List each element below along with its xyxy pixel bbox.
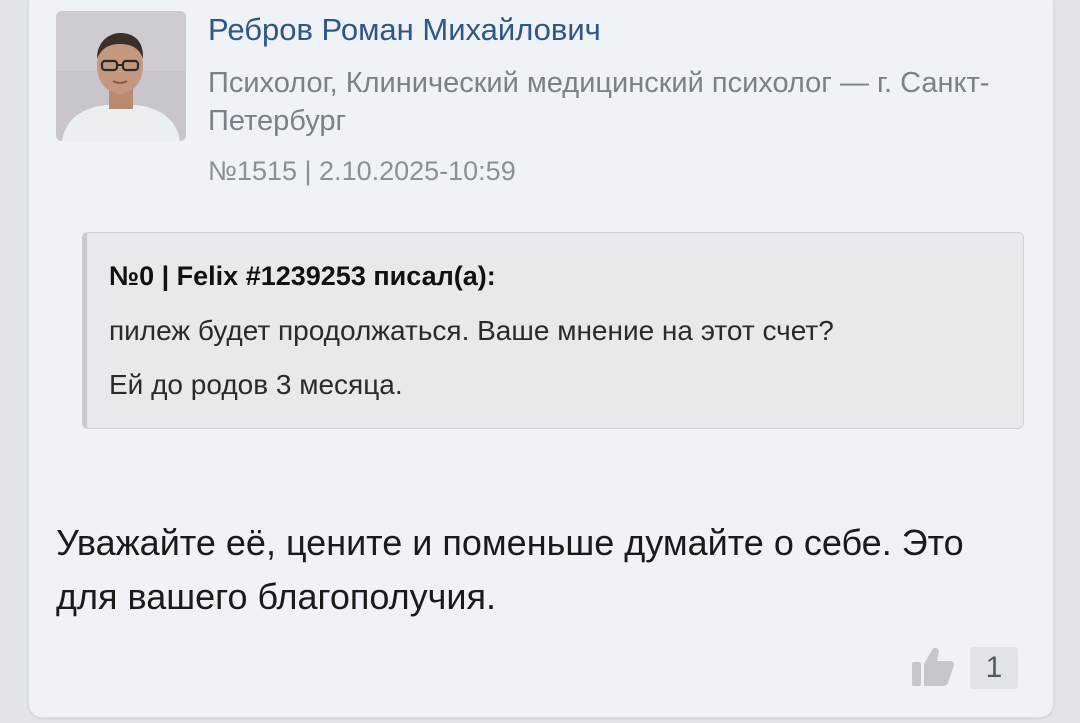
- quote-header[interactable]: №0 | Felix #1239253 писал(а):: [109, 261, 496, 292]
- thumbs-up-icon-graphic: [912, 647, 954, 686]
- like-count[interactable]: 1: [970, 647, 1018, 689]
- reply-text: Уважайте её, цените и поменьше думайте о…: [56, 522, 964, 617]
- avatar[interactable]: [56, 11, 186, 141]
- quote-text-line: Ей до родов 3 месяца.: [109, 369, 403, 400]
- thumbs-up-icon[interactable]: [910, 644, 956, 688]
- quote-block: №0 | Felix #1239253 писал(а): пилеж буде…: [82, 232, 1024, 429]
- post-meta[interactable]: №1515 | 2.10.2025-10:59: [208, 156, 516, 187]
- author-title: Психолог, Клинический медицинский психол…: [208, 67, 990, 137]
- avatar-photo: [56, 11, 186, 141]
- author-name[interactable]: Ребров Роман Михайлович: [208, 12, 601, 48]
- quote-text-line: пилеж будет продолжаться. Ваше мнение на…: [109, 315, 834, 346]
